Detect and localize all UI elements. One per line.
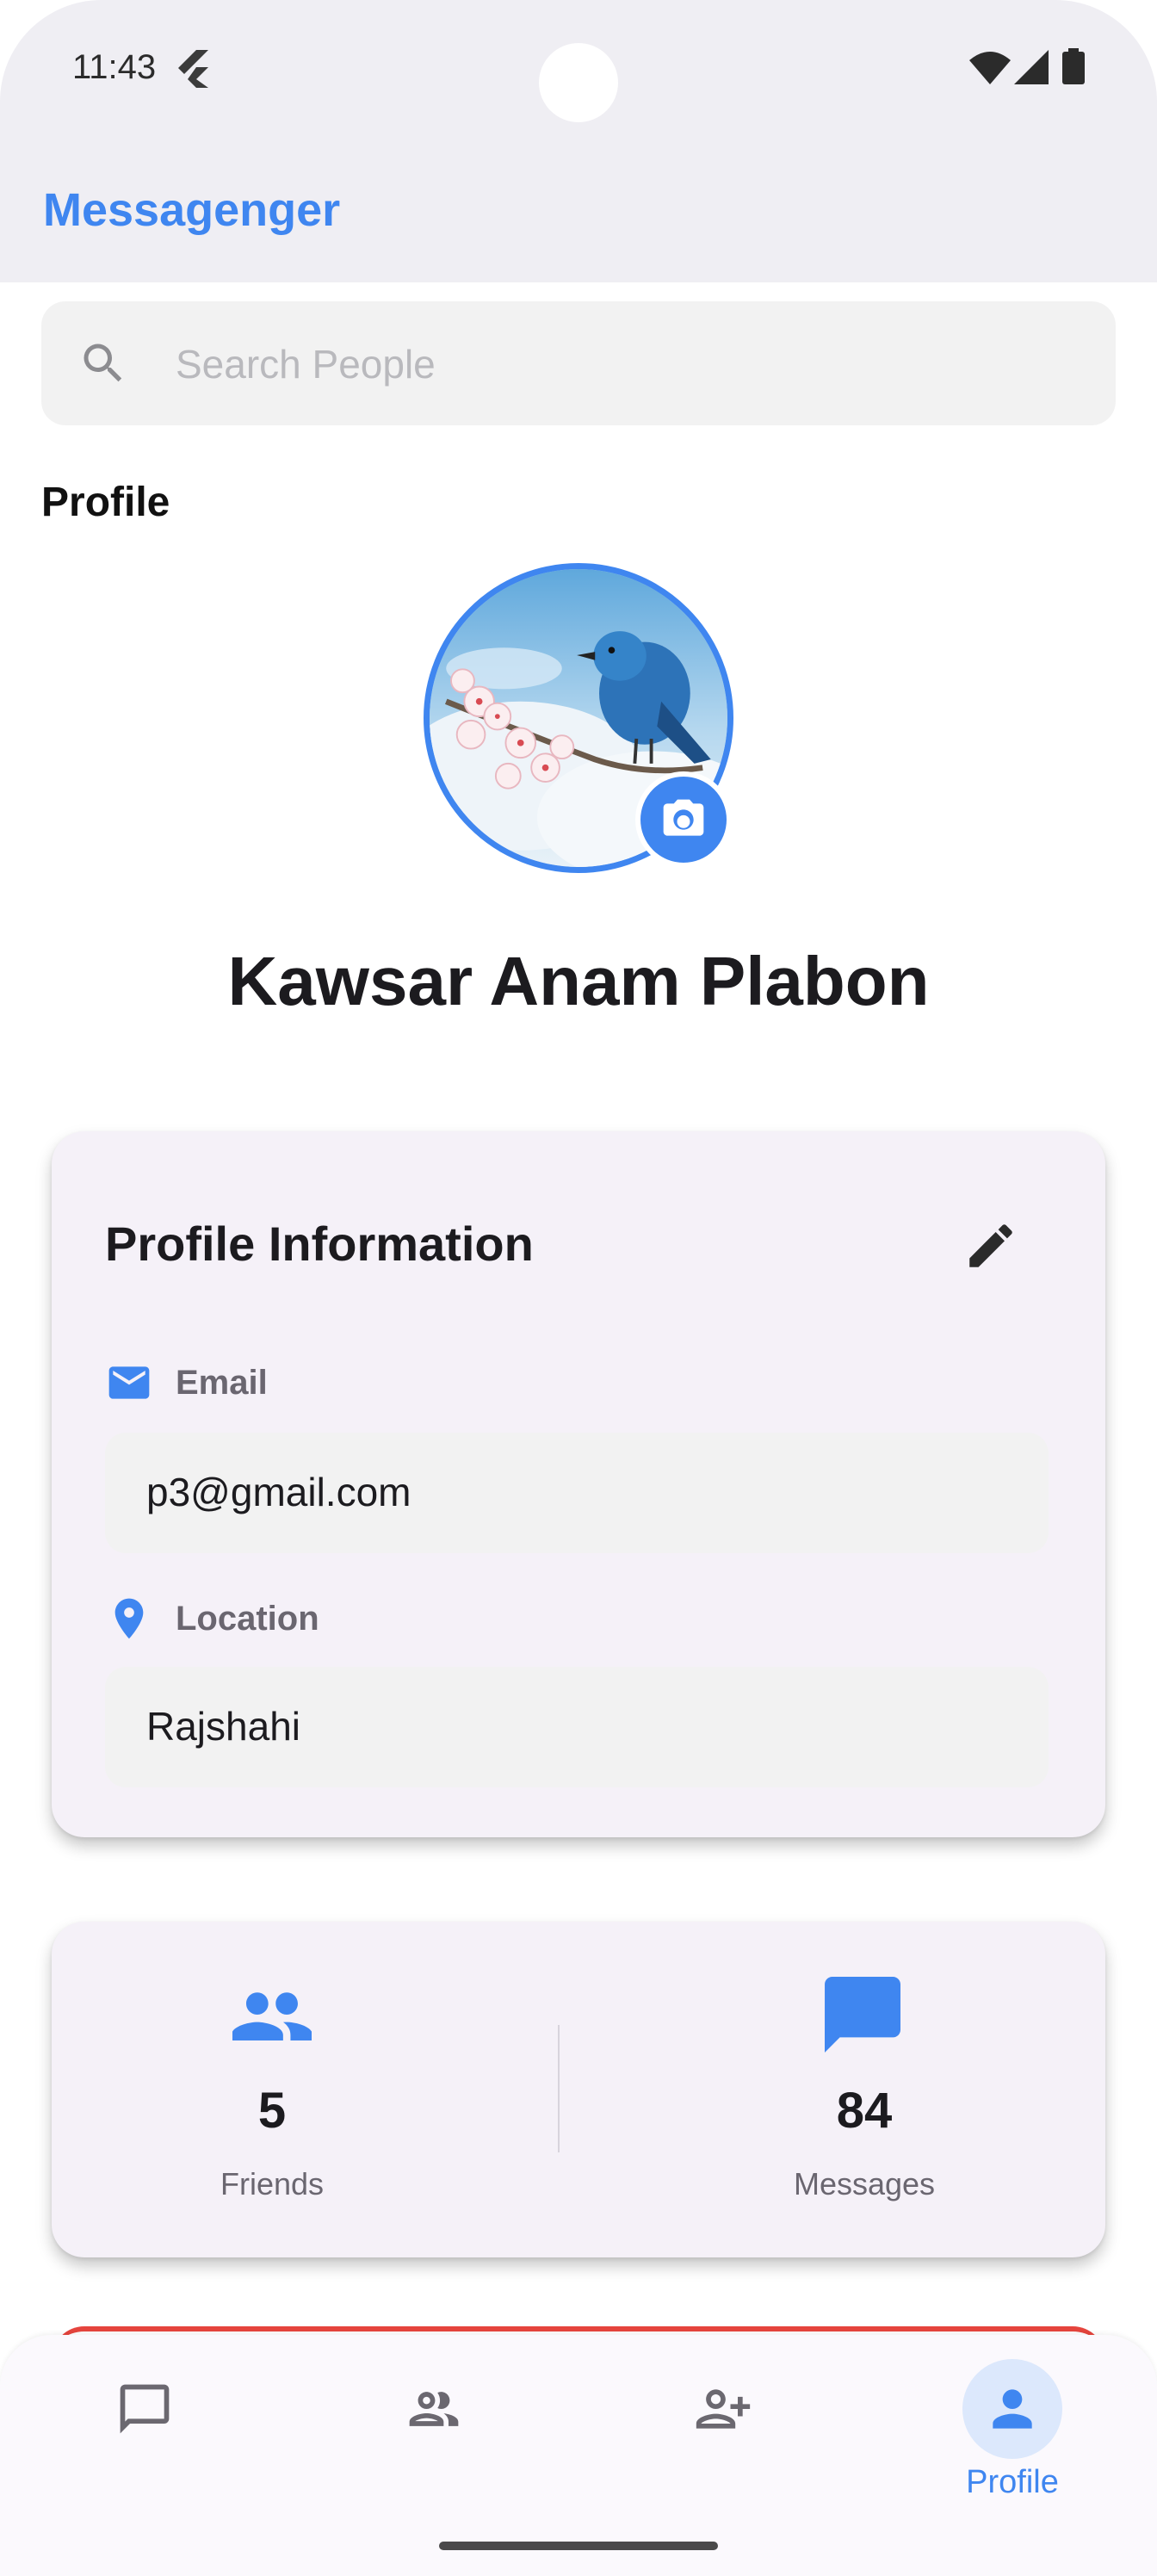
nav-label-profile: Profile bbox=[966, 2464, 1059, 2500]
user-name: Kawsar Anam Plabon bbox=[227, 943, 930, 1019]
section-title: Profile bbox=[41, 480, 170, 525]
friends-label: Friends bbox=[220, 2166, 325, 2201]
nav-icon-wrap-active bbox=[962, 2359, 1062, 2459]
nav-icon-wrap bbox=[384, 2359, 484, 2459]
people-icon bbox=[409, 2392, 459, 2426]
search-icon bbox=[84, 344, 122, 382]
wifi-icon bbox=[969, 52, 1011, 84]
edit-icon[interactable] bbox=[962, 1217, 1019, 1274]
chat-icon bbox=[120, 2384, 170, 2434]
person-icon bbox=[993, 2389, 1032, 2429]
email-label: Email bbox=[176, 1364, 268, 1402]
location-value: Rajshahi bbox=[146, 1704, 300, 1749]
nav-item-friends[interactable] bbox=[348, 2359, 520, 2505]
nav-item-add-friend[interactable] bbox=[637, 2359, 809, 2505]
flutter-icon bbox=[178, 50, 208, 88]
friends-icon bbox=[232, 1992, 312, 2040]
search-input[interactable] bbox=[176, 334, 1071, 394]
camera-icon bbox=[663, 799, 704, 836]
messages-count: 84 bbox=[836, 2083, 893, 2139]
camera-cutout bbox=[539, 43, 618, 122]
home-indicator[interactable] bbox=[439, 2542, 718, 2550]
friends-count: 5 bbox=[257, 2083, 287, 2139]
app-title: Messagenger bbox=[43, 184, 341, 236]
location-icon bbox=[114, 1598, 144, 1639]
nav-icon-wrap bbox=[95, 2359, 195, 2459]
battery-icon bbox=[1062, 48, 1085, 84]
profile-info-title: Profile Information bbox=[105, 1217, 534, 1271]
messages-icon bbox=[825, 1977, 900, 2053]
signal-icon bbox=[1014, 50, 1049, 84]
email-icon bbox=[108, 1366, 150, 1399]
status-time: 11:43 bbox=[72, 48, 157, 86]
nav-icon-wrap bbox=[673, 2359, 773, 2459]
nav-item-chats[interactable] bbox=[59, 2359, 231, 2505]
messages-label: Messages bbox=[793, 2166, 936, 2201]
change-photo-button[interactable] bbox=[635, 771, 732, 868]
nav-item-profile[interactable]: Profile bbox=[926, 2359, 1098, 2505]
email-value: p3@gmail.com bbox=[146, 1470, 411, 1514]
stats-divider bbox=[558, 2025, 560, 2152]
location-label: Location bbox=[176, 1600, 319, 1638]
add-person-icon bbox=[696, 2389, 751, 2429]
